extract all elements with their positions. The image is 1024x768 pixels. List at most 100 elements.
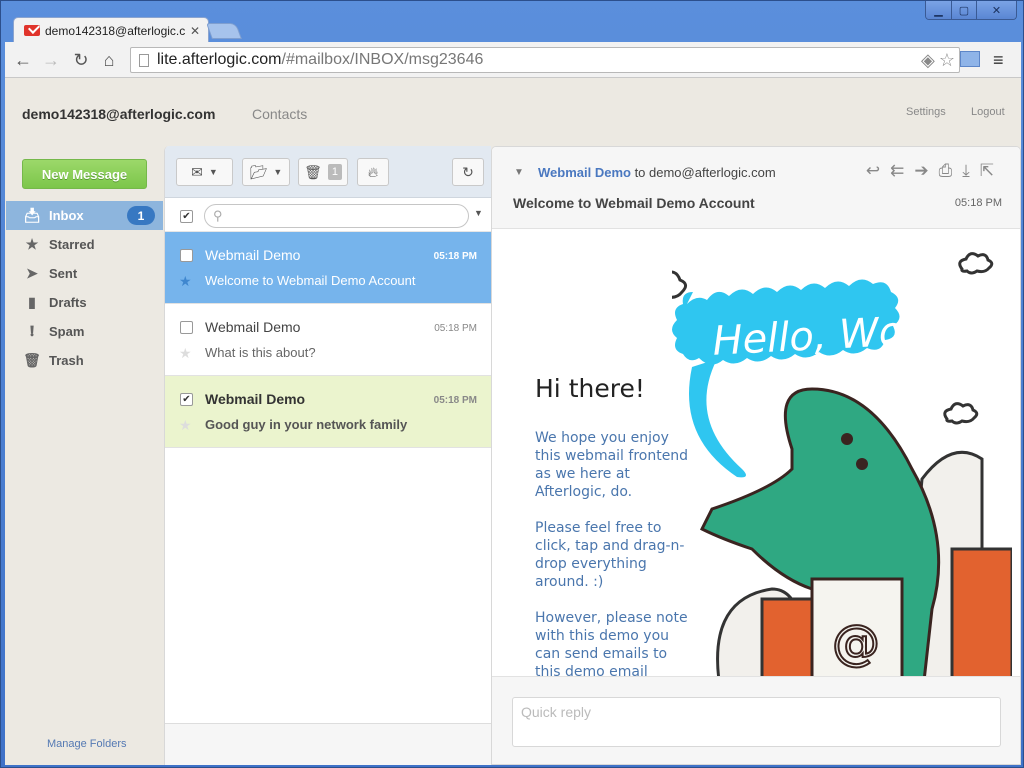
from-line: Webmail Demo to demo@afterlogic.com: [538, 165, 776, 180]
message-time: 05:18 PM: [433, 395, 477, 406]
download-icon[interactable]: ⤓: [962, 161, 970, 181]
menu-icon[interactable]: ≡: [993, 50, 1004, 71]
open-new-window-icon[interactable]: ⇱: [980, 161, 994, 181]
maximize-button[interactable]: ▢: [951, 1, 976, 19]
chevron-down-icon: ▼: [273, 167, 283, 177]
logout-link[interactable]: Logout: [971, 106, 1005, 118]
print-icon[interactable]: ⎙: [939, 161, 953, 181]
settings-link[interactable]: Settings: [906, 106, 946, 118]
envelope-open-icon: ✉: [191, 163, 203, 180]
message-row[interactable]: Webmail Demo 05:18 PM ★ What is this abo…: [165, 304, 491, 376]
unread-count-badge: 1: [127, 206, 155, 225]
message-subject: Welcome to Webmail Demo Account: [513, 195, 755, 211]
sender-name[interactable]: Webmail Demo: [538, 165, 631, 180]
greeting-heading: Hi there!: [535, 374, 645, 403]
message-header: ▼ Webmail Demo to demo@afterlogic.com ↩ …: [492, 147, 1020, 229]
page-icon: [139, 53, 149, 67]
sidebar-item-drafts[interactable]: ▮ Drafts: [6, 288, 163, 317]
folder-label: Spam: [49, 324, 85, 339]
delete-button[interactable]: 🗑︎ 1: [298, 158, 348, 186]
manage-folders-link[interactable]: Manage Folders: [47, 738, 127, 750]
message-checkbox[interactable]: ✔: [180, 393, 193, 406]
back-arrow-icon[interactable]: ←: [13, 50, 33, 71]
forward-icon[interactable]: ➔: [914, 161, 928, 181]
message-row[interactable]: Webmail Demo 05:18 PM ★ Welcome to Webma…: [165, 232, 491, 304]
account-email: demo142318@afterlogic.com: [22, 106, 216, 122]
sidebar-item-starred[interactable]: ★ Starred: [6, 230, 163, 259]
forward-arrow-icon[interactable]: →: [41, 50, 61, 71]
sidebar-item-trash[interactable]: 🗑︎ Trash: [6, 346, 163, 375]
mail-favicon-icon: [24, 25, 40, 36]
star-icon[interactable]: ★: [179, 417, 192, 434]
star-icon[interactable]: ★: [179, 345, 192, 362]
quick-reply-area: [492, 676, 1020, 764]
folder-move-icon: 📂︎: [249, 163, 268, 180]
fire-icon: 🔥︎: [367, 163, 379, 180]
address-bar[interactable]: lite.afterlogic.com/#mailbox/INBOX/msg23…: [130, 47, 960, 73]
folder-label: Trash: [49, 353, 84, 368]
browser-toolbar: ← → ↻ ⌂ lite.afterlogic.com/#mailbox/INB…: [5, 42, 1021, 78]
body-paragraph: We hope you enjoy this webmail frontend …: [535, 430, 689, 500]
trash-icon: 🗑︎: [23, 352, 41, 368]
new-tab-button[interactable]: [206, 23, 242, 39]
message-actions: ↩ ⇇ ➔ ⎙ ⤓ ⇱: [866, 161, 994, 181]
search-row: ✔ ⚲ ▼: [165, 198, 491, 232]
new-message-button[interactable]: New Message: [22, 159, 147, 189]
sidebar-item-spam[interactable]: ❗︎ Spam: [6, 317, 163, 346]
exclamation-icon: ❗︎: [30, 323, 34, 339]
message-subject: What is this about?: [205, 345, 316, 360]
folder-label: Inbox: [49, 208, 84, 223]
browser-window: ▁ ▢ ✕ demo142318@afterlogic.c ✕ ← → ↻ ⌂ …: [0, 0, 1024, 768]
bookmark-star-icon[interactable]: ☆: [939, 50, 955, 71]
folder-label: Sent: [49, 266, 78, 281]
message-from: Webmail Demo: [205, 247, 301, 263]
minimize-button[interactable]: ▁: [926, 1, 951, 19]
reload-icon[interactable]: ↻: [71, 50, 91, 71]
extension-icon[interactable]: [960, 51, 980, 67]
window-controls: ▁ ▢ ✕: [925, 1, 1017, 20]
chevron-down-icon[interactable]: ▼: [209, 167, 218, 177]
reply-all-icon[interactable]: ⇇: [890, 161, 904, 181]
select-all-checkbox[interactable]: ✔: [180, 210, 193, 223]
folder-label: Drafts: [49, 295, 87, 310]
recipient-text: to demo@afterlogic.com: [630, 165, 776, 180]
sidebar-item-inbox[interactable]: 📥︎ Inbox 1: [6, 201, 163, 230]
browser-tab[interactable]: demo142318@afterlogic.c ✕: [13, 17, 209, 43]
mark-read-button[interactable]: ✉ ▼: [176, 158, 233, 186]
extension-diamond-icon[interactable]: ◈: [921, 50, 935, 71]
close-window-button[interactable]: ✕: [976, 1, 1016, 19]
star-icon: ★: [25, 236, 39, 252]
message-subject: Good guy in your network family: [205, 417, 408, 432]
webmail-app: demo142318@afterlogic.com Contacts Setti…: [5, 78, 1021, 765]
quick-reply-input[interactable]: [512, 697, 1001, 747]
message-time: 05:18 PM: [433, 251, 477, 262]
reply-icon[interactable]: ↩: [866, 161, 880, 181]
close-tab-icon[interactable]: ✕: [190, 24, 200, 38]
url-host: lite.afterlogic.com: [157, 51, 282, 68]
home-icon[interactable]: ⌂: [99, 50, 119, 71]
svg-text:@: @: [832, 615, 880, 671]
refresh-button[interactable]: ↻: [452, 158, 484, 186]
inbox-icon: 📥︎: [23, 207, 41, 223]
message-row[interactable]: ✔ Webmail Demo 05:18 PM ★ Good guy in yo…: [165, 376, 491, 448]
star-icon[interactable]: ★: [179, 273, 192, 290]
message-checkbox[interactable]: [180, 249, 193, 262]
message-checkbox[interactable]: [180, 321, 193, 334]
message-list-pane: ✉ ▼ 📂︎ ▼ 🗑︎ 1 🔥︎ ↻ ✔ ⚲ ▼ Webmail Demo 05…: [164, 146, 491, 765]
body-paragraph: Please feel free to click, tap and drag-…: [535, 520, 685, 590]
message-viewer: ▼ Webmail Demo to demo@afterlogic.com ↩ …: [491, 146, 1021, 765]
expand-details-icon[interactable]: ▼: [514, 167, 524, 178]
search-box[interactable]: ⚲: [204, 204, 469, 228]
message-body: Hello, World! @ Hi there! We hope you en…: [492, 229, 1020, 679]
message-time: 05:18 PM: [954, 197, 1002, 209]
contacts-link[interactable]: Contacts: [252, 106, 307, 122]
trash-icon: 🗑︎: [304, 163, 322, 180]
draft-icon: ▮: [28, 294, 36, 310]
sidebar-item-sent[interactable]: ➤ Sent: [6, 259, 163, 288]
message-from: Webmail Demo: [205, 319, 301, 335]
spam-button[interactable]: 🔥︎: [357, 158, 389, 186]
search-input[interactable]: [228, 209, 468, 223]
move-to-folder-button[interactable]: 📂︎ ▼: [242, 158, 290, 186]
search-options-dropdown[interactable]: ▼: [474, 208, 483, 218]
list-toolbar: ✉ ▼ 📂︎ ▼ 🗑︎ 1 🔥︎ ↻: [165, 146, 491, 198]
